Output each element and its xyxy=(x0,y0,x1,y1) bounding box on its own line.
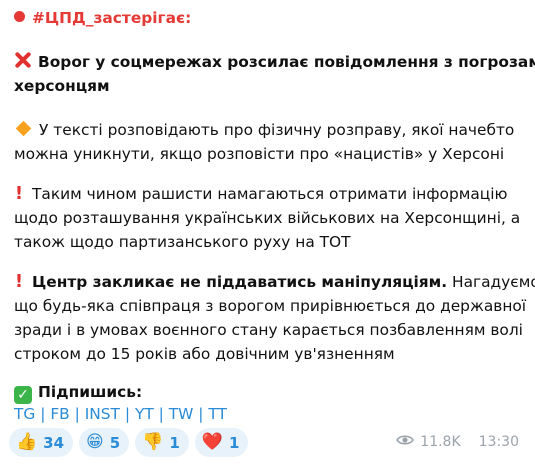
headline-text: Ворог у соцмережах розсилає повідомлення… xyxy=(38,53,535,71)
grin-icon: 😁 xyxy=(86,432,104,452)
cross-mark-icon xyxy=(14,51,32,69)
reaction-count: 34 xyxy=(43,433,65,452)
exclamation-icon: ! xyxy=(14,271,24,292)
paragraph-3-bold-text: Центр закликає не піддаватись маніпуляці… xyxy=(32,273,448,291)
paragraph-1-text: У тексті розповідають про фізичну розпра… xyxy=(39,121,515,139)
exclamation-icon: ! xyxy=(14,183,24,204)
reactions-bar: 👍 34 😁 5 👎 1 ❤️ 1 xyxy=(9,428,249,457)
reaction-count: 5 xyxy=(109,433,121,452)
paragraph-1-line-2: можна уникнути, якщо розповісти про «нац… xyxy=(14,145,505,163)
thumbs-up-icon: 👍 xyxy=(16,432,38,452)
paragraph-3-line-4: строком до 15 років або довічним ув'язне… xyxy=(14,345,395,363)
paragraph-3-text: Нагадуємо, xyxy=(447,273,535,291)
link-tw[interactable]: TW xyxy=(169,405,194,423)
eye-icon xyxy=(396,434,415,450)
headline-line-2: херсонцям xyxy=(14,77,110,95)
link-fb[interactable]: FB xyxy=(50,405,69,423)
social-links: TG | FB | INST | YT | TW | TT xyxy=(14,405,227,423)
orange-diamond-icon xyxy=(15,120,32,137)
channel-hashtag[interactable]: #ЦПД_застерігає: xyxy=(32,9,191,27)
reaction-count: 1 xyxy=(169,433,180,452)
red-circle-icon xyxy=(14,11,25,22)
paragraph-2-text: Таким чином рашисти намагаються отримати… xyxy=(32,185,508,203)
link-inst[interactable]: INST xyxy=(85,405,120,423)
subscribe-label: Підпишись: xyxy=(38,383,143,401)
view-count: 11.8K xyxy=(420,434,461,450)
link-tg[interactable]: TG xyxy=(14,405,35,423)
headline-line-1: Ворог у соцмережах розсилає повідомлення… xyxy=(14,50,535,74)
message-meta: 11.8K 13:30 xyxy=(396,434,519,450)
reaction-thumbs-down[interactable]: 👎 1 xyxy=(135,428,189,457)
reaction-count: 1 xyxy=(229,433,240,452)
message-bubble: #ЦПД_застерігає: Ворог у соцмережах розс… xyxy=(0,0,535,468)
reaction-heart[interactable]: ❤️ 1 xyxy=(194,428,249,457)
link-yt[interactable]: YT xyxy=(135,405,154,423)
subscribe-line: ✓ Підпишись: xyxy=(14,380,142,404)
reaction-grin[interactable]: 😁 5 xyxy=(79,428,130,457)
paragraph-3-line-2: що будь-яка співпраця з ворогом прирівню… xyxy=(14,297,527,315)
paragraph-2-line-3: також щодо партизанського руху на ТОТ xyxy=(14,233,351,251)
paragraph-2-line-1: ! Таким чином рашисти намагаються отримат… xyxy=(14,182,508,206)
paragraph-3-line-1: ! Центр закликає не піддаватись маніпуляц… xyxy=(14,270,535,294)
reaction-thumbs-up[interactable]: 👍 34 xyxy=(9,428,74,457)
heart-icon: ❤️ xyxy=(201,432,223,452)
thumbs-down-icon: 👎 xyxy=(142,432,164,452)
paragraph-3-line-3: зради і в умовах воєнного стану караєтьс… xyxy=(14,321,523,339)
link-tt[interactable]: TT xyxy=(208,405,227,423)
message-time: 13:30 xyxy=(478,434,519,450)
paragraph-1-line-1: У тексті розповідають про фізичну розпра… xyxy=(14,118,514,142)
channel-tag-line: #ЦПД_застерігає: xyxy=(14,6,191,30)
paragraph-2-line-2: щодо розташування українських військових… xyxy=(14,209,521,227)
